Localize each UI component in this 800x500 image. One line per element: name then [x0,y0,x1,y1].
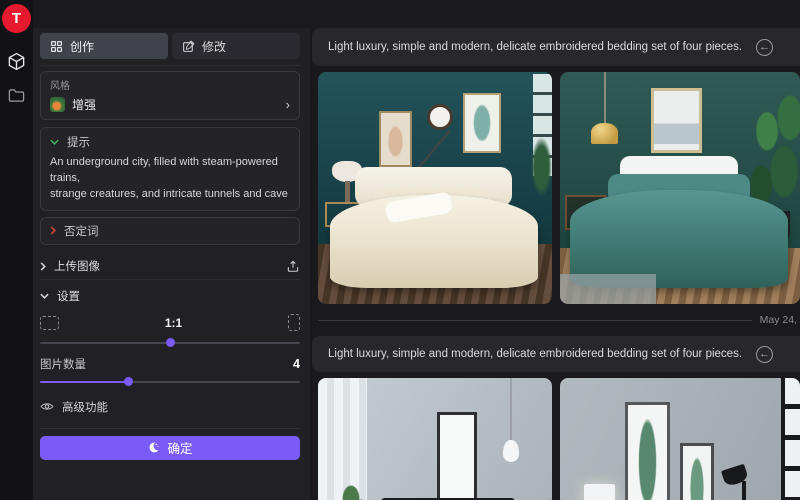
portrait-ratio-icon[interactable] [288,314,300,331]
slider-fill [40,381,128,383]
wall-art [379,111,412,167]
result-prompt-text: Light luxury, simple and modern, delicat… [328,41,742,53]
upload-image-row[interactable]: 上传图像 [40,254,300,280]
scene-cream-bedroom [318,72,552,304]
scene-aqua-bedroom [560,378,800,500]
grid-icon [50,40,63,53]
wall-art [463,93,500,153]
mode-tabs: 创作 修改 [40,33,300,59]
generated-image[interactable] [318,378,552,500]
tab-create[interactable]: 创作 [40,33,168,59]
date-label: May 24, [760,314,800,326]
wall-art [437,412,477,500]
prompt-input[interactable]: An underground city, filled with steam-p… [50,155,290,203]
date-divider: May 24, [318,312,800,328]
wall-art [651,88,701,153]
scene-grey-bedroom [318,378,552,500]
aspect-ratio-slider[interactable] [40,338,300,347]
app-logo[interactable]: T [2,4,31,33]
lamp-stem [345,181,350,202]
magic-moon-icon [147,441,160,454]
confirm-label: 确定 [167,438,192,457]
app-window: T 创作 修改 [0,0,800,500]
floor-lamp-pole [742,481,746,500]
folder-icon[interactable] [0,88,33,103]
wall-art [625,402,671,500]
style-value: 增强 [72,96,96,113]
chevron-down-icon [50,139,59,145]
result-prompt-text: Light luxury, simple and modern, delicat… [328,348,742,360]
nav-rail: T [0,0,33,500]
eye-icon [40,401,54,412]
image-row [310,72,800,304]
edit-icon [182,40,195,53]
pendant-cord [604,72,606,125]
pendant-cord [510,378,512,440]
aspect-ratio-row: 1:1 [40,313,300,333]
generated-image[interactable] [560,72,800,304]
wall-art [680,443,714,500]
image-row [310,378,800,500]
plant [531,137,552,197]
generated-image[interactable] [318,72,552,304]
pendant-lamp [503,440,519,462]
image-count-value: 4 [293,357,300,371]
scene-teal-bedroom [560,72,800,304]
generation-panel: 创作 修改 风格 增强 › 提示 [33,28,310,500]
result-prompt-bar: Light luxury, simple and modern, delicat… [312,336,800,372]
generated-image[interactable] [560,378,800,500]
chevron-down-icon [40,293,49,299]
confirm-button[interactable]: 确定 [40,436,300,460]
tab-create-label: 创作 [70,38,94,55]
divider-line [318,320,752,321]
prompt-label: 提示 [67,134,90,150]
results-feed: Light luxury, simple and modern, delicat… [310,0,800,500]
table-lamp [584,484,615,500]
plant [337,474,372,500]
image-count-label: 图片数量 [40,356,86,372]
image-count-row: 图片数量 4 [40,356,300,372]
prompt-line-1: An underground city, filled with steam-p… [50,156,278,184]
divider [40,65,300,66]
chevron-right-icon [40,262,46,271]
arrow-left-circle-icon[interactable]: ← [756,346,773,363]
pendant-lamp [591,123,617,144]
advanced-label: 高级功能 [62,399,108,415]
chevron-right-icon: › [286,98,290,111]
cube-icon[interactable] [0,52,33,71]
settings-header[interactable]: 设置 [40,287,300,305]
tab-modify[interactable]: 修改 [172,33,300,59]
landscape-ratio-icon[interactable] [40,316,59,330]
advanced-features-row[interactable]: 高级功能 [40,399,300,415]
result-prompt-bar: Light luxury, simple and modern, delicat… [312,28,800,66]
slider-handle[interactable] [166,338,175,347]
prompt-line-2: strange creatures, and intricate tunnels… [50,188,288,200]
style-card[interactable]: 风格 增强 › [40,71,300,120]
rug [560,274,656,304]
tab-modify-label: 修改 [202,38,226,55]
chevron-right-icon [50,226,56,235]
upload-icon[interactable] [286,259,300,273]
divider [40,428,300,429]
style-thumbnail [50,97,65,112]
negative-label: 否定词 [64,223,99,239]
upload-label: 上传图像 [54,258,100,274]
image-count-slider[interactable] [40,377,300,386]
window [781,378,800,500]
slider-handle[interactable] [124,377,133,386]
aspect-ratio-value: 1:1 [59,316,288,330]
negative-card[interactable]: 否定词 [40,217,300,245]
style-label: 风格 [50,77,290,92]
settings-label: 设置 [57,288,80,304]
arrow-left-circle-icon[interactable]: ← [756,39,773,56]
prompt-card[interactable]: 提示 An underground city, filled with stea… [40,127,300,211]
